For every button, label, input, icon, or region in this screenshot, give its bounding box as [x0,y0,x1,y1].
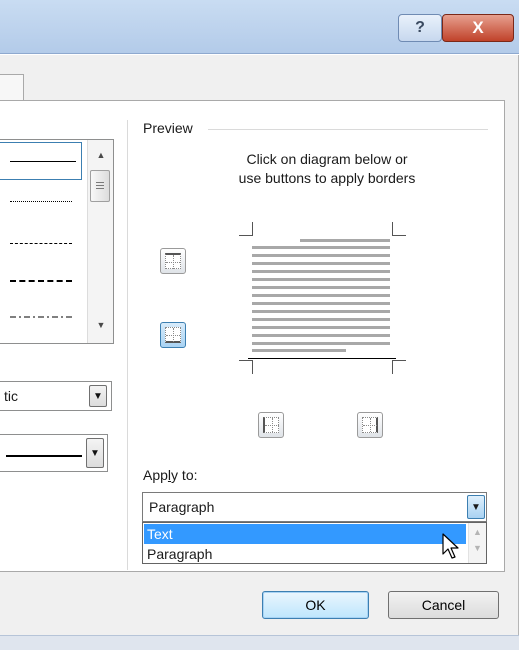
preview-text-line [252,270,390,273]
instructions-line-2: use buttons to apply borders [238,170,416,186]
color-combo[interactable]: tic ▼ [0,381,112,411]
grip-line [96,188,104,189]
line-style-solid[interactable] [10,161,76,162]
scroll-up-icon: ▲ [473,527,482,537]
close-button[interactable]: X [442,14,514,42]
preview-text-line [252,302,390,305]
help-icon: ? [415,19,425,36]
preview-label: Preview [143,120,197,136]
chevron-down-icon: ▼ [93,390,103,402]
style-list-scrollbar[interactable]: ▲ ▼ [87,140,113,343]
preview-text-line [252,246,390,249]
chevron-down-icon: ▼ [90,447,100,459]
dropdown-option-text[interactable]: Text [144,524,466,544]
width-line-sample [6,455,82,457]
line-style-dotted[interactable] [10,201,72,202]
preview-instructions: Click on diagram below or use buttons to… [182,150,472,188]
color-combo-dropdown[interactable]: ▼ [89,385,107,407]
apply-to-combo[interactable]: Paragraph ▼ [142,492,487,522]
bottom-border-button[interactable] [160,322,186,348]
preview-text-line [252,310,390,313]
width-combo-dropdown[interactable]: ▼ [86,438,104,468]
line-style-dashed-small[interactable] [10,243,72,244]
grip-line [96,185,104,186]
corner-mark [392,360,406,374]
scroll-up-button[interactable]: ▲ [88,150,114,160]
scroll-down-button[interactable]: ▼ [88,320,114,330]
preview-group-rule [127,120,128,570]
grip-line [96,182,104,183]
dropdown-option-paragraph[interactable]: Paragraph [144,544,466,564]
line-style-dashed-large[interactable] [10,280,72,282]
scroll-up-icon: ▲ [96,150,106,160]
tab-borders[interactable] [0,74,24,100]
corner-mark [239,360,253,374]
chevron-down-icon: ▼ [471,501,481,513]
preview-text-line [252,318,390,321]
window-bottom-edge [0,635,519,650]
right-border-icon [362,417,378,433]
apply-to-value: Paragraph [149,499,215,515]
scroll-down-icon: ▼ [96,320,106,330]
right-border-button[interactable] [357,412,383,438]
left-border-button[interactable] [258,412,284,438]
corner-mark [392,222,406,236]
bottom-border-icon [165,327,181,343]
corner-mark [239,222,253,236]
preview-bottom-border [248,358,396,359]
close-icon: X [472,18,484,37]
width-combo[interactable]: ▼ [0,434,108,472]
ok-button[interactable]: OK [262,591,369,619]
instructions-line-1: Click on diagram below or [246,151,408,167]
scroll-down-icon: ▼ [473,543,482,553]
preview-text-line [252,349,346,352]
preview-text-line [252,334,390,337]
apply-to-dropdown-button[interactable]: ▼ [467,495,485,519]
preview-text-line [252,294,390,297]
preview-text-line [300,239,390,242]
mouse-cursor-icon [442,533,459,559]
dropdown-scrollbar[interactable]: ▲ ▼ [468,523,486,563]
preview-separator [208,129,488,130]
help-button[interactable]: ? [398,14,442,42]
preview-text-line [252,342,390,345]
color-combo-value: tic [4,388,18,404]
apply-to-dropdown-list: Text Paragraph ▲ ▼ [142,522,487,564]
scroll-thumb[interactable] [90,170,110,202]
top-border-icon [165,253,181,269]
preview-text-line [252,254,390,257]
line-style-dash-dot[interactable] [10,315,74,319]
preview-text-line [252,278,390,281]
preview-diagram[interactable] [236,222,408,380]
cancel-button[interactable]: Cancel [388,591,499,619]
preview-text-line [252,286,390,289]
left-border-icon [263,417,279,433]
preview-text-line [252,262,390,265]
preview-text-line [252,326,390,329]
top-border-button[interactable] [160,248,186,274]
apply-to-label: Apply to: [143,467,198,483]
